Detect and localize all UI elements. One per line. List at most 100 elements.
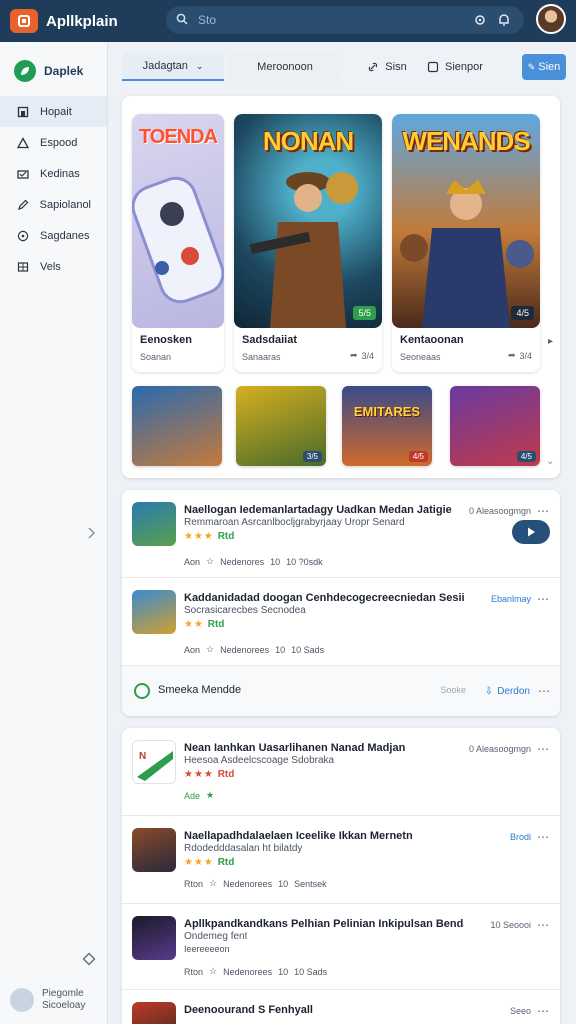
primary-action-label: Sien <box>538 61 561 73</box>
thumbnail-card[interactable]: EMITARES 4/5 <box>342 386 432 466</box>
refresh-icon <box>134 683 150 699</box>
list-item-right-text: 0 Aleasoogmgn <box>468 506 531 516</box>
sidebar-item-sapiolanol[interactable]: Sapiolanol <box>0 189 107 220</box>
list-item-right-text: 0 Aleasoogmgn <box>468 744 531 754</box>
rating-tag: Rtd <box>217 857 235 868</box>
featured-card-name: Kentaoonan <box>400 334 464 346</box>
thumbnail-card[interactable]: 3/5 <box>236 386 326 466</box>
settings-icon[interactable] <box>470 10 490 30</box>
tab-dropdown[interactable]: Jadagtan ⌄ <box>122 53 224 81</box>
list-item-footer: Rton ☆ Nedenorees 10 Sentsek <box>184 878 333 889</box>
controller-illustration <box>132 176 224 304</box>
search-input[interactable] <box>198 13 428 27</box>
list-item-right[interactable]: Ebanlmay ⋯ <box>491 592 550 606</box>
sidebar-item-sagdanes[interactable]: Sagdanes <box>0 220 107 251</box>
sidebar-item-home[interactable]: Hopait <box>0 96 107 127</box>
app-list-section: Naellogan Iedemanlartadagy Uadkan Medan … <box>122 490 560 716</box>
footer-a: Rton <box>184 966 204 977</box>
section-footer-action[interactable]: ⇩ Derdon ⋯ <box>485 684 550 698</box>
thumbnail-card[interactable]: 4/5 <box>450 386 540 466</box>
star-icons: ★★★ <box>184 769 214 780</box>
list-item-right[interactable]: 0 Aleasoogmgn ⋯ <box>469 742 550 756</box>
thumbnail-card[interactable] <box>132 386 222 466</box>
footer-a: Aon <box>184 644 201 655</box>
play-button[interactable] <box>512 520 550 544</box>
toolbar-tabs: Jadagtan ⌄ Meroonoon Sisn Sienpor ✎ Sien <box>122 50 566 84</box>
list-item-right[interactable]: Brodi ⋯ <box>510 830 550 844</box>
footer-c: 10 <box>278 878 289 889</box>
featured-card-name: Sadsdaiiat <box>242 334 298 346</box>
sidebar-brand[interactable]: Daplek <box>0 42 107 96</box>
list-item-right[interactable]: 10 Seoooi ⋯ <box>490 918 550 932</box>
sidebar-item-kedinas[interactable]: Kedinas <box>0 158 107 189</box>
rating-tag: Rtd <box>207 619 225 630</box>
footer-d: 10 Sads <box>294 966 328 977</box>
sidebar-item-vels[interactable]: Vels <box>0 251 107 282</box>
thumbnail-badge: 3/5 <box>302 451 322 462</box>
tab-meroonoon[interactable]: Meroonoon <box>228 53 342 81</box>
featured-card-rating: 3/4 <box>519 350 532 361</box>
list-item[interactable]: Deenoourand S Fenhyall Seeo ⋯ <box>122 990 560 1024</box>
triangle-icon <box>16 136 30 150</box>
list-item-right-text: Seeo <box>509 1006 531 1016</box>
featured-card-meta: Soanan <box>140 352 172 362</box>
more-options-icon[interactable]: ⋯ <box>538 684 550 698</box>
more-options-icon[interactable]: ⋯ <box>537 592 550 606</box>
user-avatar[interactable] <box>536 4 566 34</box>
tab-checkbox[interactable]: Sienpor <box>420 53 490 81</box>
app-logo-art: N <box>137 751 173 781</box>
tab-label: Sienpor <box>445 61 483 73</box>
sidebar-collapse-chevron-icon[interactable] <box>84 526 98 540</box>
footer-c: 10 <box>270 556 281 567</box>
share-icon: ➦ <box>349 350 358 360</box>
star-outline-icon: ☆ <box>209 966 218 976</box>
notification-bell-icon[interactable] <box>494 10 514 30</box>
list-item-right-text: Ebanlmay <box>490 594 531 604</box>
list-item[interactable]: Kaddanidadad doogan Cenhdecogecreecnieda… <box>122 578 560 666</box>
tab-dropdown-label: Jadagtan <box>142 60 188 72</box>
list-item-footer: Rton ☆ Nedenorees 10 10 Sads <box>184 966 333 977</box>
featured-card[interactable]: TOENDA Eenosken Soanan <box>132 114 224 372</box>
app-list-section: N Nean Ianhkan Uasarlihanen Nanad Madjan… <box>122 728 560 1024</box>
app-icon <box>132 502 176 546</box>
primary-action-button[interactable]: ✎ Sien <box>522 54 566 80</box>
list-item-right[interactable]: Seeo ⋯ <box>510 1004 550 1018</box>
list-item[interactable]: N Nean Ianhkan Uasarlihanen Nanad Madjan… <box>122 728 560 816</box>
checkbox-icon <box>427 61 439 73</box>
sidebar-item-espood[interactable]: Espood <box>0 127 107 158</box>
featured-card-share[interactable]: ➦ 3/4 <box>508 350 532 361</box>
star-icons: ★★★ <box>184 857 214 868</box>
list-item[interactable]: Apllkpandkandkans Pelhian Pelinian Inkip… <box>122 904 560 990</box>
section-footer-label: Smeeka Mendde <box>158 684 242 696</box>
brand-leaf-icon <box>14 60 36 82</box>
search-bar[interactable] <box>166 6 524 34</box>
more-options-icon[interactable]: ⋯ <box>537 830 550 844</box>
list-item-footer: Ade ★ <box>184 790 220 801</box>
more-options-icon[interactable]: ⋯ <box>537 918 550 932</box>
sidebar-footer-profile[interactable]: Piegomle Sicoeloay <box>10 988 85 1012</box>
tab-link[interactable]: Sisn <box>358 53 416 81</box>
featured-panel: TOENDA Eenosken Soanan NONAN 5/5 Sadsdai… <box>122 96 560 478</box>
more-options-icon[interactable]: ⋯ <box>537 504 550 518</box>
featured-card-share[interactable]: ➦ 3/4 <box>350 350 374 361</box>
more-options-icon[interactable]: ⋯ <box>537 742 550 756</box>
featured-card-badge: 4/5 <box>511 306 534 320</box>
tab-label: Meroonoon <box>257 61 313 73</box>
more-options-icon[interactable]: ⋯ <box>537 1004 550 1018</box>
list-item-right[interactable]: 0 Aleasoogmgn ⋯ <box>469 504 550 518</box>
list-item[interactable]: Naellogan Iedemanlartadagy Uadkan Medan … <box>122 490 560 578</box>
app-icon <box>132 916 176 960</box>
rating-tag: Rtd <box>217 531 235 542</box>
app-logo-icon[interactable] <box>10 9 38 33</box>
hero-group-illustration <box>400 180 534 328</box>
rating-stars: ★★★ Rtd <box>184 857 234 868</box>
expand-chevron-icon[interactable]: ⌄ <box>546 456 554 467</box>
list-item[interactable]: Naellapadhdalaelaen Iceelike Ikkan Merne… <box>122 816 560 904</box>
featured-card[interactable]: WENANDS 4/5 Kentaoonan Seoneaas ➦ 3/4 <box>392 114 540 372</box>
featured-card[interactable]: NONAN 5/5 Sadsdaiiat Sanaaras ➦ 3/4 <box>234 114 382 372</box>
carousel-next-icon[interactable]: ▸ <box>548 336 553 347</box>
diamond-icon[interactable] <box>82 952 96 966</box>
sidebar-item-label: Kedinas <box>40 167 80 180</box>
section-footer-action-label: Derdon <box>497 685 530 697</box>
sidebar-brand-label: Daplek <box>44 64 84 78</box>
